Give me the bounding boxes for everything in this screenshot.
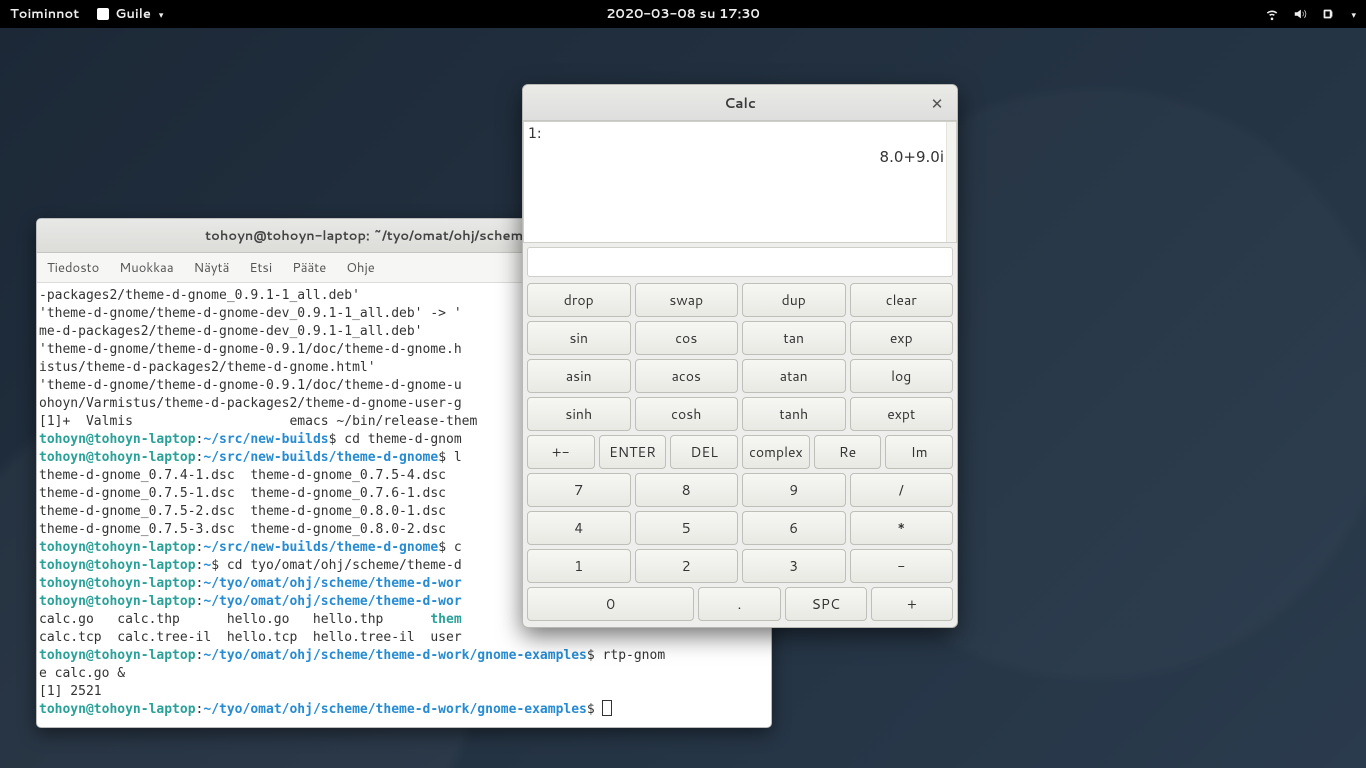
atan-button[interactable]: atan (742, 359, 846, 393)
wifi-icon[interactable] (1265, 7, 1279, 21)
close-button[interactable]: ✕ (927, 93, 947, 113)
clear-button[interactable]: clear (850, 283, 954, 317)
digit-5-button[interactable]: 5 (635, 511, 739, 545)
cursor (603, 701, 611, 715)
digit-2-button[interactable]: 2 (635, 549, 739, 583)
cos-button[interactable]: cos (635, 321, 739, 355)
digit-6-button[interactable]: 6 (742, 511, 846, 545)
calc-stack-display: 1: 8.0+9.0i (523, 121, 957, 243)
calc-keypad: drop swap dup clear sin cos tan exp asin… (523, 281, 957, 627)
sinh-button[interactable]: sinh (527, 397, 631, 431)
battery-icon[interactable] (1321, 7, 1335, 21)
asin-button[interactable]: asin (527, 359, 631, 393)
app-icon (97, 8, 109, 20)
acos-button[interactable]: acos (635, 359, 739, 393)
multiply-button[interactable]: * (850, 511, 954, 545)
calc-window: Calc ✕ 1: 8.0+9.0i drop swap dup clear s… (522, 84, 958, 628)
del-button[interactable]: DEL (670, 435, 738, 469)
clock[interactable]: 2020-03-08 su 17:30 (606, 5, 760, 23)
gnome-topbar: Toiminnot Guile ▾ 2020-03-08 su 17:30 ▾ (0, 0, 1366, 28)
app-menu-label: Guile (115, 5, 151, 23)
system-menu-chevron-icon[interactable]: ▾ (1351, 8, 1356, 21)
tan-button[interactable]: tan (742, 321, 846, 355)
divide-button[interactable]: / (850, 473, 954, 507)
app-menu[interactable]: Guile ▾ (97, 5, 163, 23)
digit-0-button[interactable]: 0 (527, 587, 694, 621)
enter-button[interactable]: ENTER (599, 435, 667, 469)
swap-button[interactable]: swap (635, 283, 739, 317)
digit-7-button[interactable]: 7 (527, 473, 631, 507)
menu-file[interactable]: Tiedosto (47, 259, 99, 277)
decimal-button[interactable]: . (698, 587, 780, 621)
digit-3-button[interactable]: 3 (742, 549, 846, 583)
scrollbar[interactable] (946, 122, 956, 242)
digit-8-button[interactable]: 8 (635, 473, 739, 507)
menu-search[interactable]: Etsi (249, 259, 272, 277)
drop-button[interactable]: drop (527, 283, 631, 317)
close-icon: ✕ (931, 93, 944, 114)
stack-value: 8.0+9.0i (880, 148, 944, 166)
calc-entry-input[interactable] (527, 247, 953, 277)
spc-button[interactable]: SPC (785, 587, 867, 621)
volume-icon[interactable] (1293, 7, 1307, 21)
complex-button[interactable]: complex (742, 435, 810, 469)
chevron-down-icon: ▾ (159, 8, 164, 21)
calc-titlebar[interactable]: Calc ✕ (523, 85, 957, 121)
menu-help[interactable]: Ohje (346, 259, 375, 277)
plus-button[interactable]: + (871, 587, 953, 621)
exp-button[interactable]: exp (850, 321, 954, 355)
dup-button[interactable]: dup (742, 283, 846, 317)
menu-terminal[interactable]: Pääte (292, 259, 326, 277)
im-button[interactable]: Im (885, 435, 953, 469)
plusminus-button[interactable]: +- (527, 435, 595, 469)
menu-edit[interactable]: Muokkaa (119, 259, 173, 277)
menu-view[interactable]: Näytä (194, 259, 230, 277)
tanh-button[interactable]: tanh (742, 397, 846, 431)
calc-title: Calc (724, 93, 756, 113)
digit-4-button[interactable]: 4 (527, 511, 631, 545)
re-button[interactable]: Re (814, 435, 882, 469)
digit-1-button[interactable]: 1 (527, 549, 631, 583)
activities-button[interactable]: Toiminnot (10, 5, 79, 23)
minus-button[interactable]: - (850, 549, 954, 583)
expt-button[interactable]: expt (850, 397, 954, 431)
sin-button[interactable]: sin (527, 321, 631, 355)
stack-level-label: 1: (528, 126, 542, 142)
cosh-button[interactable]: cosh (635, 397, 739, 431)
log-button[interactable]: log (850, 359, 954, 393)
digit-9-button[interactable]: 9 (742, 473, 846, 507)
